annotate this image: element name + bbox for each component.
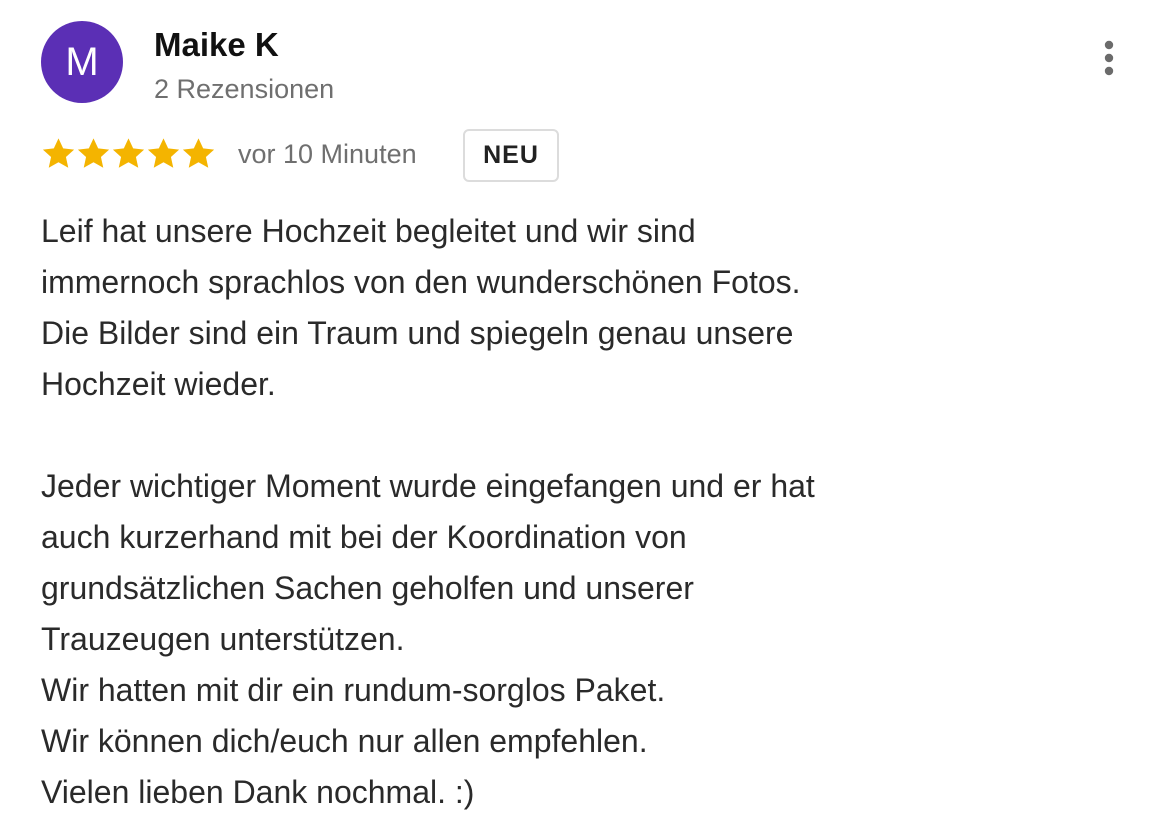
star-icon [42,137,75,168]
star-icon [147,137,180,168]
author-name[interactable]: Maike K [154,27,279,63]
review-text-line: Trauzeugen unterstützen. [41,621,405,657]
review-text-line: Die Bilder sind ein Traum und spiegeln g… [41,315,794,351]
review-text-line: Vielen lieben Dank nochmal. :) [41,774,475,810]
new-badge: NEU [463,129,559,182]
star-icon [112,137,145,168]
review-text-line: Jeder wichtiger Moment wurde eingefangen… [41,468,815,504]
review-text-line: Wir hatten mit dir ein rundum-sorglos Pa… [41,672,666,708]
review-time: vor 10 Minuten [238,139,417,169]
review-text: Leif hat unsere Hochzeit begleitet und w… [41,206,1121,818]
review-card: M Maike K 2 Rezensionen vor 10 Minuten N… [0,0,1170,833]
review-text-line: immernoch sprachlos von den wunderschöne… [41,264,801,300]
star-icon [182,137,215,168]
review-text-line [41,410,1121,461]
avatar[interactable]: M [41,21,123,103]
more-options-button[interactable] [1092,36,1126,80]
star-rating [41,134,216,172]
avatar-initial: M [65,40,99,84]
review-text-line: Leif hat unsere Hochzeit begleitet und w… [41,213,696,249]
review-count[interactable]: 2 Rezensionen [154,74,334,104]
more-vert-icon [1104,40,1114,76]
review-text-line: grundsätzlichen Sachen geholfen und unse… [41,570,694,606]
review-text-line: Wir können dich/euch nur allen empfehlen… [41,723,648,759]
star-icon [77,137,110,168]
review-text-line: Hochzeit wieder. [41,366,276,402]
review-text-line: auch kurzerhand mit bei der Koordination… [41,519,687,555]
